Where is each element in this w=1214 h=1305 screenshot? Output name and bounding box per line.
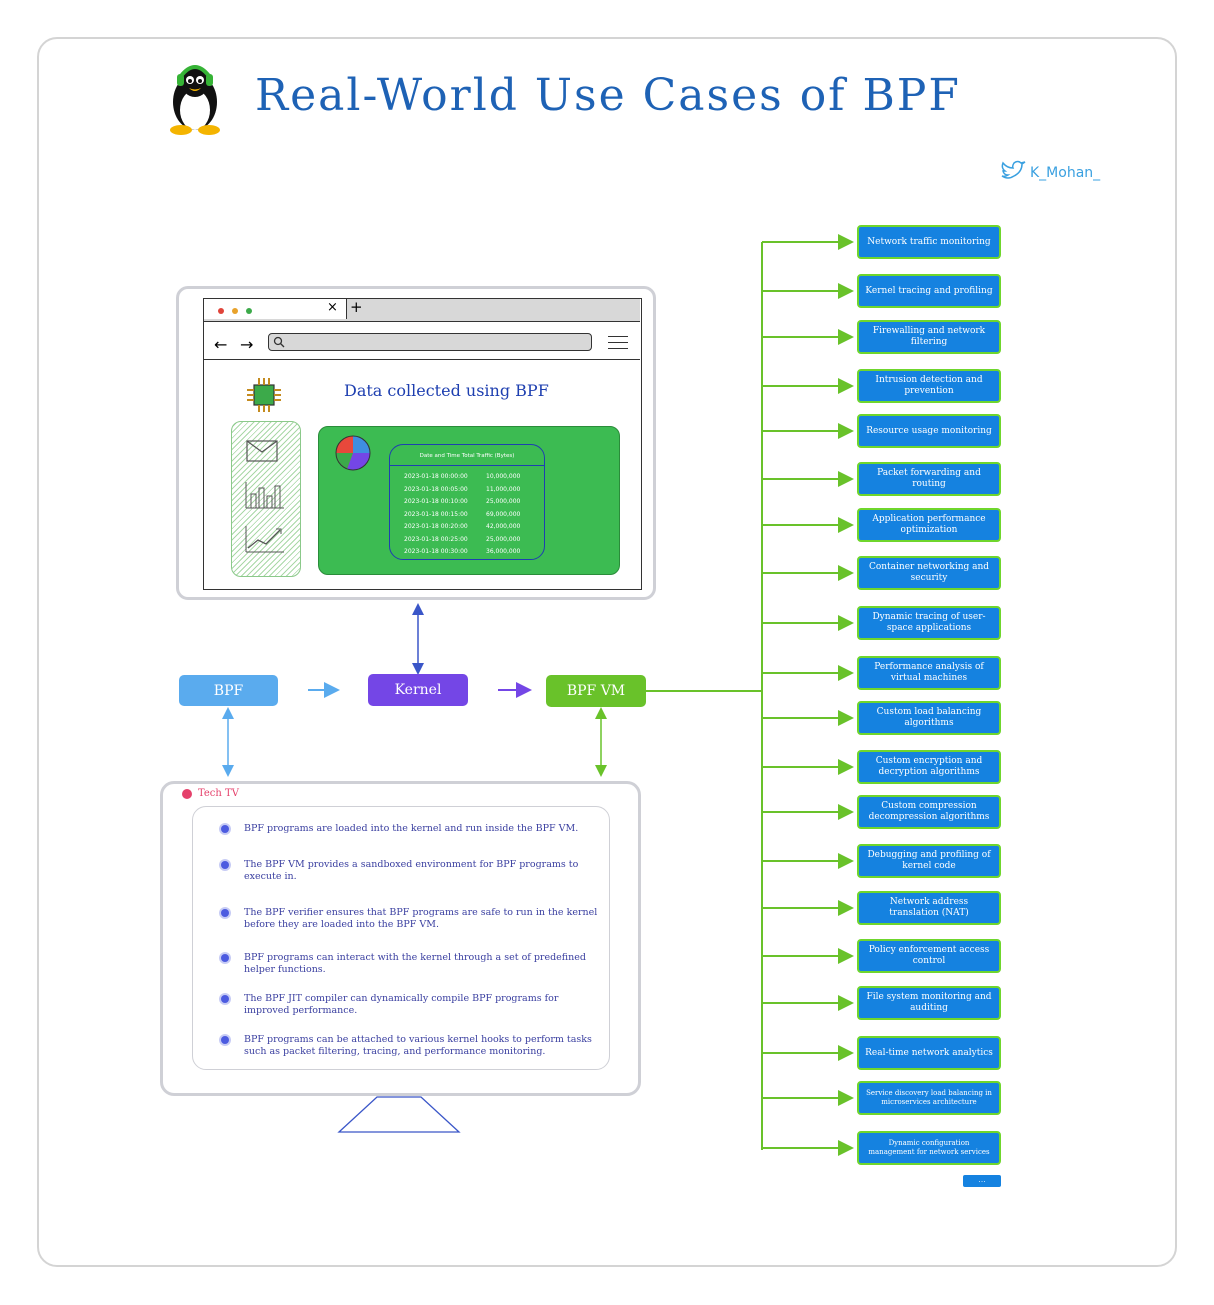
table-cell-datetime: 2023-01-18 00:05:00 — [404, 485, 468, 493]
tv-indicator-dot — [182, 789, 192, 799]
use-case-box: Firewalling and network filtering — [857, 320, 1001, 354]
bar-chart-icon — [245, 482, 284, 509]
use-case-box: Policy enforcement access control — [857, 939, 1001, 973]
browser-tab[interactable]: × — [204, 299, 347, 319]
address-bar[interactable] — [268, 333, 592, 351]
table-row: 2023-01-18 00:25:00 25,000,000 — [404, 536, 520, 543]
close-tab-icon[interactable]: × — [327, 300, 338, 315]
table-header-divider — [390, 465, 544, 466]
use-case-box: Kernel tracing and profiling — [857, 274, 1001, 308]
bullet-icon — [221, 861, 229, 869]
use-case-box: Application performance optimization — [857, 508, 1001, 542]
fact-item: BPF programs are loaded into the kernel … — [244, 823, 579, 834]
toolbar-divider — [204, 359, 640, 360]
author-handle: K_Mohan_ — [1030, 165, 1101, 181]
data-card: Date and Time Total Traffic (Bytes) 2023… — [318, 426, 620, 575]
table-row: 2023-01-18 00:10:00 25,000,000 — [404, 498, 520, 505]
table-row: 2023-01-18 00:20:00 42,000,000 — [404, 523, 520, 530]
traffic-table-header: Date and Time Total Traffic (Bytes) — [419, 453, 515, 459]
bpf-node: BPF — [179, 675, 278, 706]
bird-icon — [1001, 160, 1026, 179]
browser-heading: Data collected using BPF — [344, 381, 549, 400]
table-cell-datetime: 2023-01-18 00:30:00 — [404, 548, 468, 555]
table-cell-traffic: 42,000,000 — [486, 523, 521, 530]
use-case-box: Packet forwarding and routing — [857, 462, 1001, 496]
use-case-box: Dynamic configuration management for net… — [857, 1131, 1001, 1165]
sidebar-card — [231, 421, 301, 577]
table-cell-traffic: 36,000,000 — [486, 548, 521, 555]
use-case-box: Performance analysis of virtual machines — [857, 656, 1001, 690]
use-case-box: Custom load balancing algorithms — [857, 701, 1001, 735]
more-use-cases-button[interactable]: ... — [963, 1175, 1001, 1187]
tv-stand — [337, 1096, 461, 1133]
close-dot-icon[interactable] — [218, 308, 224, 314]
facts-panel — [192, 806, 610, 1070]
table-row: 2023-01-18 00:15:00 69,000,000 — [404, 511, 520, 518]
pie-chart-icon — [335, 435, 371, 471]
use-case-box: Container networking and security — [857, 556, 1001, 590]
bullet-icon — [221, 954, 229, 962]
table-row: 2023-01-18 00:30:00 36,000,000 — [404, 548, 520, 555]
table-cell-traffic: 25,000,000 — [486, 535, 521, 543]
table-cell-traffic: 69,000,000 — [486, 510, 521, 518]
table-cell-traffic: 25,000,000 — [486, 498, 521, 505]
table-row: 2023-01-18 00:00:00 10,000,000 — [404, 473, 520, 480]
table-cell-datetime: 2023-01-18 00:20:00 — [404, 523, 468, 530]
use-case-box: Debugging and profiling of kernel code — [857, 844, 1001, 878]
bullet-icon — [221, 909, 229, 917]
kernel-node: Kernel — [368, 674, 468, 706]
back-arrow-icon[interactable]: ← — [214, 335, 227, 354]
maximize-dot-icon[interactable] — [246, 308, 252, 314]
fact-item: The BPF verifier ensures that BPF progra… — [244, 907, 598, 930]
use-case-box: Network traffic monitoring — [857, 225, 1001, 259]
use-case-box: Real-time network analytics — [857, 1036, 1001, 1070]
traffic-table: Date and Time Total Traffic (Bytes) 2023… — [389, 444, 545, 560]
use-case-box: Intrusion detection and prevention — [857, 369, 1001, 403]
use-case-box: Dynamic tracing of user-space applicatio… — [857, 606, 1001, 640]
use-case-box: Service discovery load balancing in micr… — [857, 1081, 1001, 1115]
use-case-box: Custom encryption and decryption algorit… — [857, 750, 1001, 784]
bullet-icon — [221, 995, 229, 1003]
use-case-box: Custom compression decompression algorit… — [857, 795, 1001, 829]
fact-item: The BPF JIT compiler can dynamically com… — [244, 993, 559, 1016]
bpf-vm-node: BPF VM — [546, 675, 646, 707]
table-cell-datetime: 2023-01-18 00:25:00 — [404, 535, 468, 543]
use-case-box: Network address translation (NAT) — [857, 891, 1001, 925]
menu-icon[interactable] — [608, 332, 628, 349]
forward-arrow-icon[interactable]: → — [240, 335, 253, 354]
mail-icon — [246, 440, 278, 462]
table-cell-datetime: 2023-01-18 00:15:00 — [404, 510, 468, 518]
minimize-dot-icon[interactable] — [232, 308, 238, 314]
table-cell-datetime: 2023-01-18 00:10:00 — [404, 498, 468, 505]
table-cell-traffic: 10,000,000 — [486, 473, 521, 480]
tv-label: Tech TV — [198, 788, 239, 799]
bullet-icon — [221, 1036, 229, 1044]
use-case-box: File system monitoring and auditing — [857, 986, 1001, 1020]
new-tab-icon[interactable]: + — [350, 298, 363, 316]
table-row: 2023-01-18 00:05:00 11,000,000 — [404, 486, 520, 493]
browser-window: × + ← → Data collected using BPF Date an… — [203, 298, 642, 590]
page-title: Real-World Use Cases of BPF — [255, 70, 961, 121]
table-cell-traffic: 11,000,000 — [486, 485, 521, 493]
bullet-icon — [221, 825, 229, 833]
fact-item: BPF programs can be attached to various … — [244, 1034, 592, 1057]
use-case-box: Resource usage monitoring — [857, 414, 1001, 448]
tab-bar: × + — [204, 298, 640, 322]
chip-icon — [247, 378, 281, 412]
fact-item: The BPF VM provides a sandboxed environm… — [244, 859, 579, 882]
line-chart-icon — [245, 526, 284, 553]
linux-penguin-logo — [170, 65, 220, 135]
table-cell-datetime: 2023-01-18 00:00:00 — [404, 473, 468, 480]
search-icon — [273, 336, 285, 348]
fact-item: BPF programs can interact with the kerne… — [244, 952, 586, 975]
